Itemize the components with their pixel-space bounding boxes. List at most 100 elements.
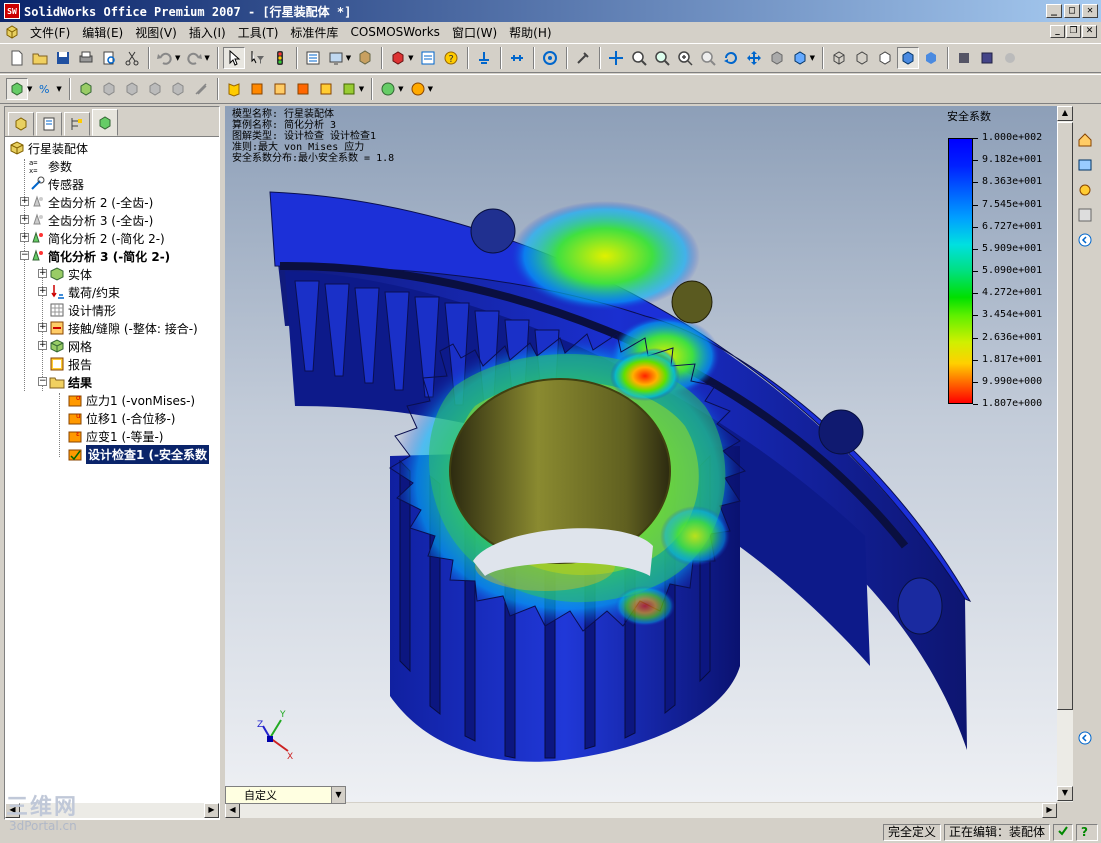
scroll-up-button[interactable]: ▲	[1057, 106, 1073, 121]
fea-model[interactable]	[225, 106, 1057, 802]
connector-icon[interactable]	[167, 78, 189, 100]
expand-contact[interactable]: +	[38, 323, 47, 332]
realview-icon[interactable]	[999, 47, 1021, 69]
rebuild-icon[interactable]	[269, 47, 291, 69]
contact-icon[interactable]	[144, 78, 166, 100]
configuration-select[interactable]: 自定义 ▼	[225, 786, 346, 804]
select-icon[interactable]	[222, 47, 245, 69]
expand-loads[interactable]: +	[38, 287, 47, 296]
shaded-edges-icon[interactable]	[896, 47, 919, 69]
cosmos-manager-icon[interactable]	[6, 78, 28, 100]
maximize-button[interactable]: □	[1064, 4, 1080, 18]
zoom-in-icon[interactable]	[674, 47, 696, 69]
shaded-icon[interactable]	[920, 47, 942, 69]
view-scroll-right-button[interactable]: ▶	[1042, 803, 1057, 818]
home-icon[interactable]	[1075, 130, 1095, 150]
menu-edit[interactable]: 编辑(E)	[76, 24, 129, 41]
menu-window[interactable]: 窗口(W)	[446, 24, 503, 41]
tree-item-study-full-2[interactable]: 全齿分析 2 (-全齿-)	[29, 193, 153, 211]
expand-study-3[interactable]: +	[20, 233, 29, 242]
doc-restore-button[interactable]: ❐	[1066, 25, 1081, 38]
study-icon[interactable]: %	[35, 78, 57, 100]
component-icon[interactable]	[354, 47, 376, 69]
new-icon[interactable]	[6, 47, 28, 69]
tree-item-stress[interactable]: σ 应力1 (-vonMises-)	[67, 391, 195, 409]
hidden-lines-removed-icon[interactable]	[874, 47, 896, 69]
doc-close-button[interactable]: ✕	[1082, 25, 1097, 38]
tree-root[interactable]: 行星装配体	[9, 139, 88, 157]
bom-icon[interactable]	[506, 47, 528, 69]
tree-item-design-scenario[interactable]: 设计情形	[49, 301, 116, 319]
view-orientation-icon[interactable]	[605, 47, 627, 69]
rotate-icon[interactable]	[720, 47, 742, 69]
collapse-results[interactable]: −	[38, 377, 47, 386]
menu-cosmosworks[interactable]: COSMOSWorks	[344, 25, 446, 39]
menu-help[interactable]: 帮助(H)	[503, 24, 557, 41]
menu-view[interactable]: 视图(V)	[129, 24, 183, 41]
tab-cosmos-manager[interactable]	[92, 109, 118, 136]
expand-pane-icon[interactable]	[1075, 728, 1095, 748]
print-icon[interactable]	[75, 47, 97, 69]
status-help-icon[interactable]: ?	[1076, 823, 1098, 841]
zoom-area-icon[interactable]	[651, 47, 673, 69]
menu-file[interactable]: 文件(F)	[24, 24, 76, 41]
options-icon[interactable]	[302, 47, 324, 69]
tree-item-study-full-3[interactable]: 全齿分析 3 (-全齿-)	[29, 211, 153, 229]
expand-study-2[interactable]: +	[20, 215, 29, 224]
probe-icon[interactable]	[315, 78, 337, 100]
zoom-selection-icon[interactable]	[697, 47, 719, 69]
display-style-icon[interactable]	[766, 47, 788, 69]
assembly-icon[interactable]	[387, 47, 409, 69]
display-icon[interactable]	[325, 47, 347, 69]
scroll-right-button[interactable]: ▶	[204, 803, 219, 818]
viewport-vertical-scrollbar[interactable]: ▲ ▼	[1057, 106, 1073, 802]
animate-icon[interactable]	[292, 78, 314, 100]
graphics-area[interactable]: Y Z X 模型名称: 行星装配体 算例名称: 简化分析 3 图解类型: 设计检查 …	[225, 106, 1057, 802]
viewport-horizontal-scrollbar[interactable]: ◀ ▶	[225, 803, 1057, 818]
menu-insert[interactable]: 插入(I)	[183, 24, 232, 41]
tools-icon[interactable]	[572, 47, 594, 69]
tree-item-mesh[interactable]: 网格	[49, 337, 92, 355]
fixtures-icon[interactable]	[98, 78, 120, 100]
menu-toolbox[interactable]: 标准件库	[284, 24, 344, 41]
tree-item-contact[interactable]: 接触/缝隙 (-整体: 接合-)	[49, 319, 198, 337]
tab-feature-manager[interactable]	[8, 112, 34, 136]
chevron-down-icon[interactable]: ▼	[331, 787, 345, 803]
select-filter-icon[interactable]	[246, 47, 268, 69]
hidden-lines-visible-icon[interactable]	[851, 47, 873, 69]
tab-property-manager[interactable]	[36, 112, 62, 136]
mesh-tool-icon[interactable]	[190, 78, 212, 100]
perspective-icon[interactable]	[976, 47, 998, 69]
expand-solid[interactable]: +	[38, 269, 47, 278]
palette-icon[interactable]	[1075, 205, 1095, 225]
print-preview-icon[interactable]	[98, 47, 120, 69]
minimize-button[interactable]: _	[1046, 4, 1062, 18]
simulation-icon[interactable]	[539, 47, 561, 69]
save-icon[interactable]	[52, 47, 74, 69]
expand-study-1[interactable]: +	[20, 197, 29, 206]
properties-icon[interactable]	[417, 47, 439, 69]
report-tool-icon[interactable]	[407, 78, 429, 100]
collapse-pane-icon[interactable]	[1075, 230, 1095, 250]
mate-icon[interactable]	[473, 47, 495, 69]
scroll-thumb[interactable]	[1057, 122, 1073, 710]
scroll-down-button[interactable]: ▼	[1057, 786, 1073, 801]
pan-icon[interactable]	[743, 47, 765, 69]
view-cube-icon[interactable]	[789, 47, 811, 69]
tab-configuration-manager[interactable]	[64, 112, 90, 136]
collapse-study-4[interactable]: −	[20, 251, 29, 260]
cut-icon[interactable]	[121, 47, 143, 69]
section-clipping-icon[interactable]	[338, 78, 360, 100]
tree-item-loads[interactable]: 载荷/约束	[49, 283, 120, 301]
help-icon[interactable]: ?	[440, 47, 462, 69]
tree-item-sensors[interactable]: 传感器	[29, 175, 84, 193]
tree-item-study-simple-2[interactable]: 简化分析 2 (-简化 2-)	[29, 229, 165, 247]
library-icon[interactable]	[1075, 180, 1095, 200]
undo-icon[interactable]	[154, 47, 176, 69]
document-icon[interactable]	[4, 24, 20, 40]
apply-material-icon[interactable]	[75, 78, 97, 100]
tree-item-report[interactable]: 报告	[49, 355, 92, 373]
status-rebuild-icon[interactable]	[1053, 823, 1073, 841]
result-options-icon[interactable]	[246, 78, 268, 100]
shadow-icon[interactable]	[953, 47, 975, 69]
